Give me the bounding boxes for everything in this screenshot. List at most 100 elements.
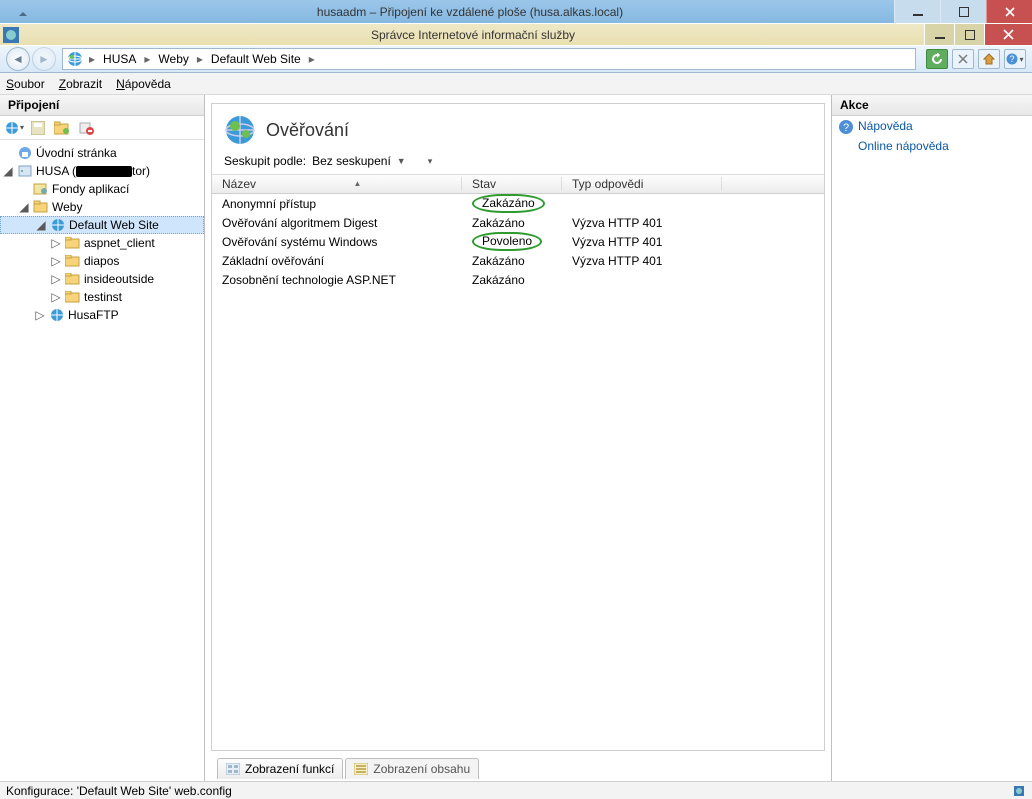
rdp-pin-icon[interactable] (0, 6, 46, 18)
connections-toolbar: ▾ (0, 116, 204, 140)
folder-icon (65, 235, 81, 251)
tree-sites[interactable]: ◢ Weby (0, 198, 204, 216)
iis-titlebar: Správce Internetové informační služby (0, 23, 1032, 45)
server-icon (17, 163, 33, 179)
home-button[interactable] (978, 49, 1000, 69)
authentication-icon (224, 114, 256, 146)
navigation-bar: ◄ ► ▸ HUSA ▸ Weby ▸ Default Web Site ▸ ?… (0, 45, 1032, 73)
cell-state: Zakázáno (462, 216, 562, 230)
globe-icon (67, 51, 83, 67)
view-tabs: Zobrazení funkcí Zobrazení obsahu (211, 755, 825, 779)
cell-state: Zakázáno (462, 194, 562, 213)
help-button[interactable]: ?▾ (1004, 49, 1026, 69)
feature-pane: Ověřování Seskupit podle: Bez seskupení … (205, 95, 832, 781)
action-online-help[interactable]: Online nápověda (832, 136, 1032, 156)
tree-husaftp[interactable]: ▷ HusaFTP (0, 306, 204, 324)
refresh-button[interactable] (926, 49, 948, 69)
action-help[interactable]: ? Nápověda (832, 116, 1032, 136)
home-icon (17, 145, 33, 161)
menu-bar: SSouboroubor Zobrazit Nápověda (0, 73, 1032, 95)
chevron-right-icon[interactable]: ▸ (142, 52, 152, 66)
chevron-right-icon[interactable]: ▸ (87, 52, 97, 66)
cell-name: Ověřování algoritmem Digest (212, 216, 462, 230)
chevron-right-icon[interactable]: ▸ (307, 52, 317, 66)
actions-pane: Akce ? Nápověda Online nápověda (832, 95, 1032, 781)
table-row[interactable]: Základní ověřováníZakázánoVýzva HTTP 401 (212, 251, 824, 270)
remove-icon[interactable] (76, 118, 96, 138)
cell-response-type: Výzva HTTP 401 (562, 254, 722, 268)
tab-content-view[interactable]: Zobrazení obsahu (345, 758, 479, 779)
tab-features-view[interactable]: Zobrazení funkcí (217, 758, 343, 779)
feature-title: Ověřování (266, 120, 349, 141)
tree-default-web-site[interactable]: ◢ Default Web Site (0, 216, 204, 234)
svg-text:?: ? (843, 122, 849, 134)
connections-pane-title: Připojení (0, 95, 204, 116)
cell-name: Zosobnění technologie ASP.NET (212, 273, 462, 287)
redacted-text (76, 166, 132, 177)
grouping-extra-dropdown[interactable]: ▾ (428, 156, 433, 167)
connections-tree[interactable]: Úvodní stránka ◢ HUSA (tor) Fondy aplika… (0, 140, 204, 781)
column-header-response-type[interactable]: Typ odpovědi (562, 177, 722, 191)
cell-response-type: Výzva HTTP 401 (562, 235, 722, 249)
group-by-label: Seskupit podle: (224, 154, 306, 168)
tree-server[interactable]: ◢ HUSA (tor) (0, 162, 204, 180)
auth-table: Název Stav Typ odpovědi Anonymní přístup… (212, 174, 824, 750)
breadcrumb-husa[interactable]: HUSA (97, 52, 142, 66)
tree-folder-aspnet-client[interactable]: ▷ aspnet_client (0, 234, 204, 252)
svg-text:?: ? (1010, 54, 1015, 64)
cell-name: Ověřování systému Windows (212, 235, 462, 249)
iis-maximize-button[interactable] (954, 24, 984, 45)
app-pool-icon (33, 181, 49, 197)
group-by-dropdown[interactable]: Bez seskupení ▼ (312, 154, 406, 168)
column-header-name[interactable]: Název (212, 177, 462, 191)
tree-start-page[interactable]: Úvodní stránka (0, 144, 204, 162)
stop-button[interactable] (952, 49, 974, 69)
rdp-title: husaadm – Připojení ke vzdálené ploše (h… (46, 5, 894, 19)
status-bar: Konfigurace: 'Default Web Site' web.conf… (0, 781, 1032, 799)
folder-icon (65, 289, 81, 305)
menu-file[interactable]: SSouboroubor (6, 77, 45, 91)
status-text: Konfigurace: 'Default Web Site' web.conf… (6, 784, 232, 798)
rdp-close-button[interactable] (986, 0, 1032, 23)
menu-help[interactable]: Nápověda (116, 77, 171, 91)
cell-name: Anonymní přístup (212, 197, 462, 211)
nav-back-button[interactable]: ◄ (6, 47, 30, 71)
tree-folder-testinst[interactable]: ▷ testinst (0, 288, 204, 306)
status-corner-icon (1012, 784, 1026, 798)
table-row[interactable]: Anonymní přístupZakázáno (212, 194, 824, 213)
site-icon (50, 217, 66, 233)
chevron-right-icon[interactable]: ▸ (195, 52, 205, 66)
nav-forward-button[interactable]: ► (32, 47, 56, 71)
iis-app-icon (0, 27, 22, 43)
folder-icon (65, 253, 81, 269)
cell-state: Zakázáno (462, 254, 562, 268)
cell-state: Povoleno (462, 232, 562, 251)
features-view-icon (226, 763, 240, 775)
cell-state: Zakázáno (462, 273, 562, 287)
table-row[interactable]: Zosobnění technologie ASP.NETZakázáno (212, 270, 824, 289)
column-header-state[interactable]: Stav (462, 177, 562, 191)
browse-icon[interactable] (52, 118, 72, 138)
address-bar[interactable]: ▸ HUSA ▸ Weby ▸ Default Web Site ▸ (62, 48, 916, 70)
folder-icon (65, 271, 81, 287)
rdp-minimize-button[interactable] (894, 0, 940, 23)
content-view-icon (354, 763, 368, 775)
iis-title: Správce Internetové informační služby (22, 28, 924, 42)
table-row[interactable]: Ověřování algoritmem DigestZakázánoVýzva… (212, 213, 824, 232)
chevron-down-icon: ▼ (397, 156, 406, 166)
connect-icon[interactable]: ▾ (4, 118, 24, 138)
iis-close-button[interactable] (984, 24, 1032, 45)
menu-view[interactable]: Zobrazit (59, 77, 102, 91)
tree-folder-diapos[interactable]: ▷ diapos (0, 252, 204, 270)
save-icon[interactable] (28, 118, 48, 138)
table-row[interactable]: Ověřování systému WindowsPovolenoVýzva H… (212, 232, 824, 251)
site-icon (49, 307, 65, 323)
rdp-maximize-button[interactable] (940, 0, 986, 23)
tree-app-pools[interactable]: Fondy aplikací (0, 180, 204, 198)
cell-response-type: Výzva HTTP 401 (562, 216, 722, 230)
iis-minimize-button[interactable] (924, 24, 954, 45)
breadcrumb-default-web-site[interactable]: Default Web Site (205, 52, 307, 66)
tree-folder-insideoutside[interactable]: ▷ insideoutside (0, 270, 204, 288)
breadcrumb-weby[interactable]: Weby (152, 52, 194, 66)
rdp-titlebar: husaadm – Připojení ke vzdálené ploše (h… (0, 0, 1032, 23)
